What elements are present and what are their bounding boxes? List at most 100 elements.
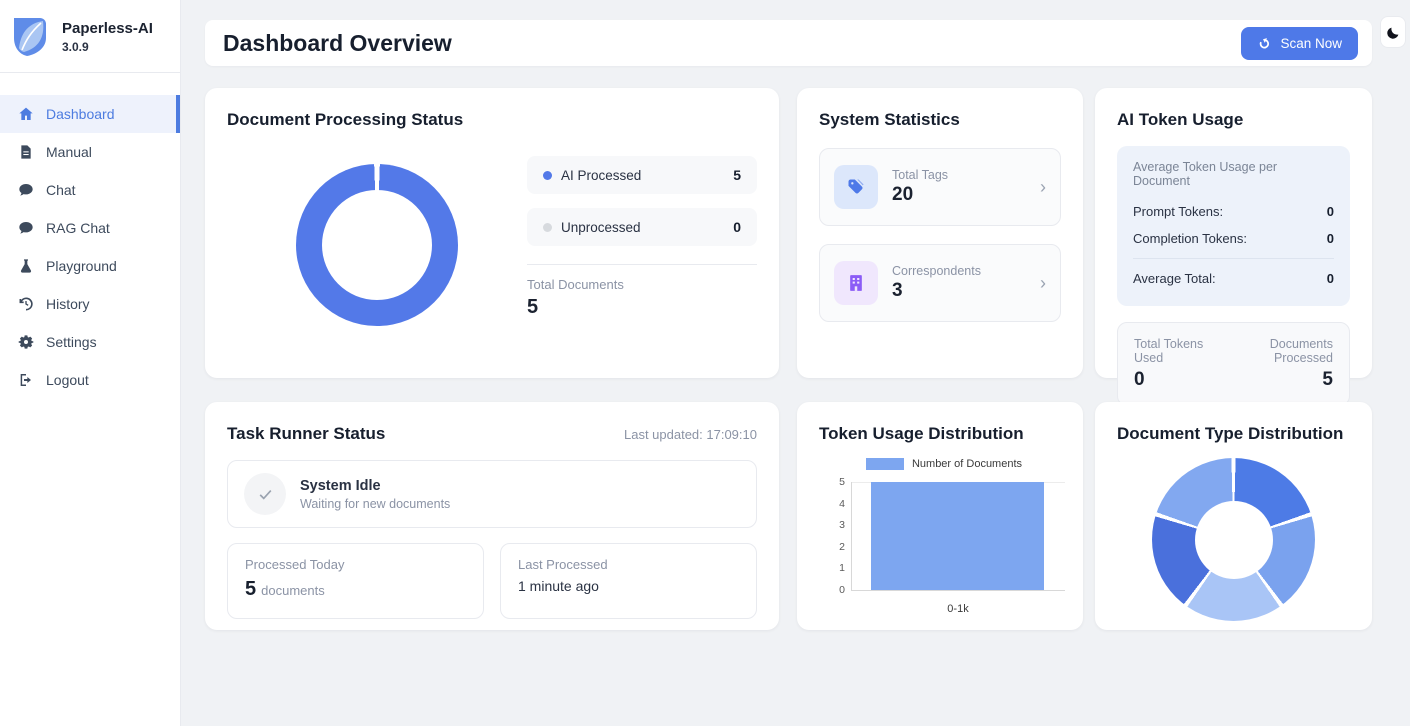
processed-today-value: 5 [245,578,256,600]
task-runner-status-card: Task Runner Status Last updated: 17:09:1… [205,402,779,630]
documents-processed-label: Documents Processed [1223,337,1333,365]
bar-chart-plot-area: 012345 [851,482,1065,591]
y-axis-tick: 4 [839,498,852,510]
processed-today-box: Processed Today 5documents [227,543,484,619]
sidebar-item-label: Dashboard [46,106,115,122]
bar-0-1k [871,482,1044,590]
building-icon [846,273,866,293]
total-documents-label: Total Documents [527,277,757,292]
correspondents-row[interactable]: Correspondents 3 › [819,244,1061,322]
total-tags-row[interactable]: Total Tags 20 › [819,148,1061,226]
sidebar: Paperless-AI 3.0.9 Dashboard Manual Chat… [0,0,181,726]
sidebar-item-label: History [46,296,90,312]
document-processing-status-card: Document Processing Status AI Processed … [205,88,779,378]
sidebar-item-history[interactable]: History [0,285,180,323]
sidebar-item-settings[interactable]: Settings [0,323,180,361]
document-type-distribution-card: Document Type Distribution [1095,402,1372,630]
moon-icon [1386,25,1401,40]
card-title: System Statistics [819,110,1061,130]
legend-dot-gray [543,223,552,232]
status-title: System Idle [300,478,450,494]
donut-ring [296,164,458,326]
tag-icon [846,177,866,197]
y-axis-tick: 1 [839,562,852,574]
sidebar-item-label: Chat [46,182,76,198]
legend-value: 0 [733,219,741,235]
average-total-label: Average Total: [1133,271,1216,286]
chevron-right-icon: › [1040,273,1046,294]
card-title: Token Usage Distribution [819,424,1061,444]
legend-label: AI Processed [561,168,641,183]
theme-toggle-button[interactable] [1380,16,1406,48]
total-tokens-used-value: 0 [1134,369,1223,391]
sidebar-item-label: Logout [46,372,89,388]
sidebar-item-rag-chat[interactable]: RAG Chat [0,209,180,247]
history-icon [18,296,34,312]
donut-ring [1152,458,1315,621]
refresh-icon [1257,36,1272,51]
card-title: Document Processing Status [227,110,757,130]
logout-icon [18,372,34,388]
legend-row-unprocessed: Unprocessed 0 [527,208,757,246]
legend-row-ai-processed: AI Processed 5 [527,156,757,194]
scan-now-button[interactable]: Scan Now [1241,27,1358,60]
x-axis-label: 0-1k [851,603,1065,615]
divider [1133,258,1334,259]
last-processed-value: 1 minute ago [518,578,739,594]
document-type-donut-chart [1117,458,1350,621]
paperless-ai-logo-icon [10,16,50,58]
sidebar-divider [0,72,180,73]
sidebar-item-dashboard[interactable]: Dashboard [0,95,180,133]
avg-usage-header: Average Token Usage per Document [1133,160,1334,188]
sidebar-item-chat[interactable]: Chat [0,171,180,209]
y-axis-tick: 0 [839,584,852,596]
stat-label: Correspondents [892,264,1026,278]
sidebar-item-logout[interactable]: Logout [0,361,180,399]
total-documents-value: 5 [527,296,757,319]
stat-value: 20 [892,184,1026,206]
system-statistics-card: System Statistics Total Tags 20 › Corres… [797,88,1083,378]
status-subtitle: Waiting for new documents [300,497,450,511]
y-axis-tick: 3 [839,519,852,531]
sidebar-item-manual[interactable]: Manual [0,133,180,171]
legend-label: Number of Documents [912,458,1022,470]
donut-hole [322,190,432,300]
token-usage-distribution-card: Token Usage Distribution Number of Docum… [797,402,1083,630]
legend-value: 5 [733,167,741,183]
stat-label: Total Tags [892,168,1026,182]
chat-icon [18,182,34,198]
sidebar-item-label: Settings [46,334,97,350]
legend-swatch [866,458,904,470]
sidebar-item-label: RAG Chat [46,220,110,236]
sidebar-item-label: Manual [46,144,92,160]
processed-today-label: Processed Today [245,557,466,572]
app-logo: Paperless-AI 3.0.9 [0,0,180,72]
legend-label: Unprocessed [561,220,641,235]
ai-token-usage-card: AI Token Usage Average Token Usage per D… [1095,88,1372,378]
average-token-usage-box: Average Token Usage per Document Prompt … [1117,146,1350,306]
prompt-tokens-value: 0 [1327,204,1334,219]
last-processed-label: Last Processed [518,557,739,572]
divider [527,264,757,265]
documents-processed-value: 5 [1223,369,1333,391]
completion-tokens-value: 0 [1327,231,1334,246]
token-usage-bar-chart: Number of Documents 012345 0-1k [819,458,1069,623]
sidebar-item-playground[interactable]: Playground [0,247,180,285]
y-axis-tick: 5 [839,476,852,488]
app-version: 3.0.9 [62,40,153,54]
sidebar-item-label: Playground [46,258,117,274]
chevron-right-icon: › [1040,177,1046,198]
legend-dot-blue [543,171,552,180]
average-total-value: 0 [1327,271,1334,286]
sidebar-nav: Dashboard Manual Chat RAG Chat Playgroun… [0,95,180,399]
document-icon [18,144,34,160]
stat-value: 3 [892,280,1026,302]
flask-icon [18,258,34,274]
system-status-box: System Idle Waiting for new documents [227,460,757,528]
prompt-tokens-label: Prompt Tokens: [1133,204,1223,219]
app-name: Paperless-AI [62,20,153,37]
total-tokens-used-label: Total Tokens Used [1134,337,1223,365]
last-updated-text: Last updated: 17:09:10 [624,427,757,442]
home-icon [18,106,34,122]
page-header: Dashboard Overview Scan Now [205,20,1372,66]
